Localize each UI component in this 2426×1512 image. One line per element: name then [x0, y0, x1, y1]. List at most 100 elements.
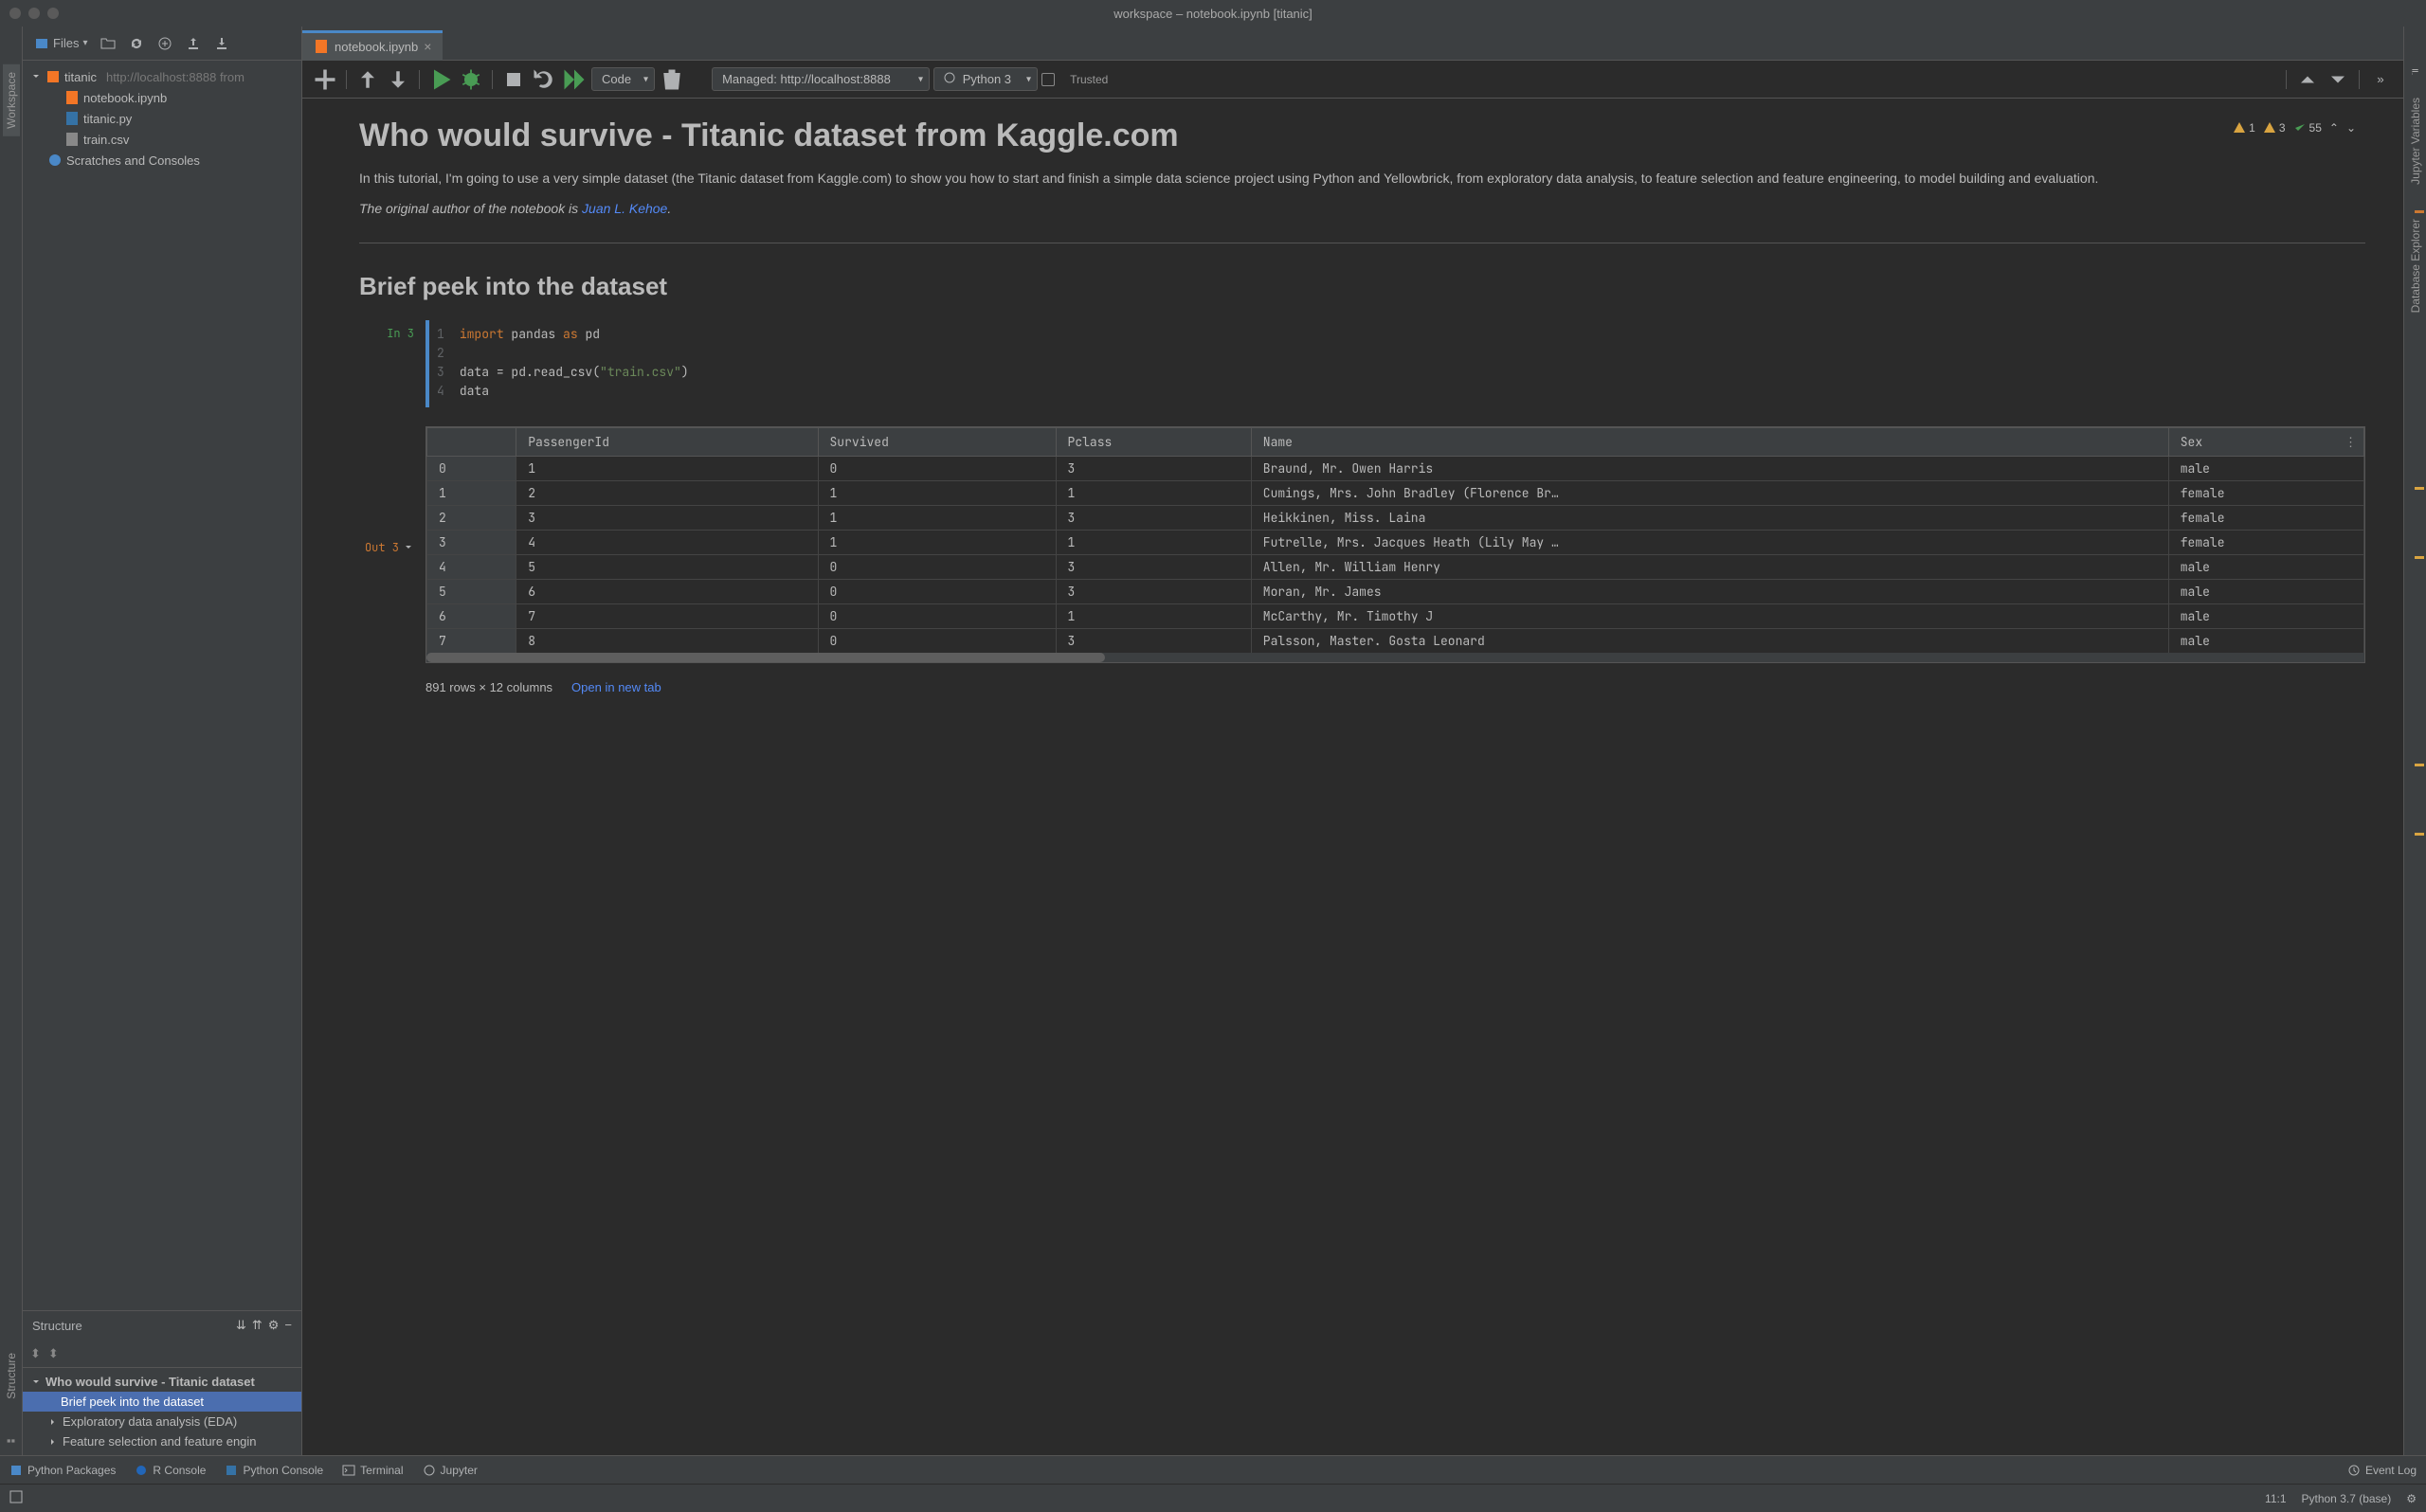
table-row[interactable]: 3411Futrelle, Mrs. Jacques Heath (Lily M… [427, 530, 2364, 554]
kernel-select[interactable]: Python 3 [933, 67, 1038, 91]
restart-button[interactable] [531, 66, 557, 93]
refresh-button[interactable] [125, 32, 148, 55]
next-button[interactable] [2325, 66, 2351, 93]
horizontal-scrollbar[interactable] [426, 653, 2364, 662]
table-row[interactable]: 7803Palsson, Master. Gosta Leonardmale [427, 628, 2364, 653]
warning-badge-1[interactable]: 1 [2233, 121, 2255, 135]
table-row[interactable]: 2313Heikkinen, Miss. Lainafemale [427, 505, 2364, 530]
terminal-tab[interactable]: Terminal [342, 1464, 403, 1477]
structure-header: Structure ⇊ ⇈ ⚙ − [23, 1311, 301, 1340]
settings-gear-icon[interactable]: ⚙ [2406, 1492, 2417, 1505]
code-cell-1[interactable]: In 3 1234 import pandas as pddata = pd.r… [359, 320, 2365, 407]
table-header[interactable]: Pclass [1056, 427, 1251, 456]
csv-icon [64, 132, 80, 147]
add-button[interactable] [154, 32, 176, 55]
jupyter-server-icon [45, 69, 61, 84]
minimize-window-button[interactable] [28, 8, 40, 19]
close-tab-button[interactable]: × [424, 39, 431, 54]
jupyter-tab[interactable]: Jupyter [423, 1464, 478, 1477]
status-left[interactable] [9, 1490, 23, 1506]
badge-up-icon[interactable]: ⌃ [2329, 121, 2339, 135]
author-suffix: . [667, 201, 671, 216]
table-row[interactable]: 5603Moran, Mr. Jamesmale [427, 579, 2364, 603]
database-explorer-tab[interactable]: Database Explorer [2407, 211, 2424, 320]
table-header[interactable]: Survived [818, 427, 1056, 456]
section-heading: Brief peek into the dataset [359, 272, 2365, 301]
tree-item-notebook[interactable]: notebook.ipynb [23, 87, 301, 108]
more-tools-icon[interactable]: ▪▪ [7, 1433, 15, 1448]
python-packages-tab[interactable]: Python Packages [9, 1464, 116, 1477]
tree-item-titanic-py[interactable]: titanic.py [23, 108, 301, 129]
expand-all-icon[interactable]: ⇊ [236, 1318, 246, 1333]
download-button[interactable] [210, 32, 233, 55]
table-header[interactable]: Name [1251, 427, 2168, 456]
filter-icon[interactable]: ⬍ [48, 1346, 59, 1361]
markdown-cell-title[interactable]: Who would survive - Titanic dataset from… [359, 117, 2365, 301]
chevron-right-icon [47, 1416, 59, 1428]
hide-panel-icon[interactable]: − [284, 1318, 292, 1333]
table-row[interactable]: 6701McCarthy, Mr. Timothy Jmale [427, 603, 2364, 628]
upload-button[interactable] [182, 32, 205, 55]
table-row[interactable]: 0103Braund, Mr. Owen Harrismale [427, 456, 2364, 480]
more-options-button[interactable]: » [2367, 66, 2394, 93]
tab-notebook[interactable]: notebook.ipynb × [302, 30, 443, 61]
table-header[interactable]: PassengerId [516, 427, 818, 456]
badge-count: 55 [2309, 121, 2322, 135]
code-content[interactable]: import pandas as pddata = pd.read_csv("t… [452, 320, 2365, 407]
trusted-checkbox[interactable] [1041, 73, 1055, 86]
server-select[interactable]: Managed: http://localhost:8888 [712, 67, 930, 91]
collapse-all-icon[interactable]: ⇈ [252, 1318, 263, 1333]
dataframe-output[interactable]: ⋮ PassengerIdSurvivedPclassNameSex0103Br… [425, 426, 2365, 663]
structure-item-feature[interactable]: Feature selection and feature engin [23, 1431, 301, 1451]
package-icon [9, 1464, 23, 1477]
warning-badge-2[interactable]: 3 [2263, 121, 2286, 135]
prev-button[interactable] [2294, 66, 2321, 93]
restart-icon [531, 66, 557, 93]
interpreter-status[interactable]: Python 3.7 (base) [2302, 1492, 2392, 1505]
structure-item-brief-peek[interactable]: Brief peek into the dataset [23, 1392, 301, 1412]
move-down-button[interactable] [385, 66, 411, 93]
cell-type-select[interactable]: Code [591, 67, 655, 91]
python-console-tab[interactable]: Python Console [225, 1464, 323, 1477]
files-dropdown[interactable]: Files ▾ [30, 32, 91, 55]
run-cell-button[interactable] [427, 66, 454, 93]
new-folder-button[interactable] [97, 32, 119, 55]
notebook-content[interactable]: 1 3 55 ⌃ ⌄ Who would survive - Titanic d… [302, 99, 2403, 1455]
jupyter-variables-tab[interactable]: Jupyter Variables [2407, 90, 2424, 192]
event-log-tab[interactable]: Event Log [2347, 1464, 2417, 1477]
check-badge[interactable]: 55 [2293, 121, 2322, 135]
delete-cell-button[interactable] [659, 66, 685, 93]
tree-scratches[interactable]: Scratches and Consoles [23, 150, 301, 171]
workspace-tool-tab[interactable]: Workspace [3, 64, 20, 136]
cursor-position[interactable]: 11:1 [2265, 1492, 2286, 1505]
code-input[interactable]: 1234 import pandas as pddata = pd.read_c… [425, 320, 2365, 407]
run-all-button[interactable] [561, 66, 588, 93]
badge-down-icon[interactable]: ⌄ [2346, 121, 2356, 135]
data-table[interactable]: PassengerIdSurvivedPclassNameSex0103Brau… [426, 427, 2364, 654]
structure-tool-tab[interactable]: Structure [3, 1345, 20, 1407]
tab-label: notebook.ipynb [335, 40, 418, 54]
author-link[interactable]: Juan L. Kehoe [582, 201, 667, 216]
move-up-button[interactable] [354, 66, 381, 93]
structure-item-root[interactable]: Who would survive - Titanic dataset [23, 1372, 301, 1392]
output-prompt[interactable]: Out 3 [359, 426, 425, 663]
debug-cell-button[interactable] [458, 66, 484, 93]
tree-root-titanic[interactable]: titanic http://localhost:8888 from [23, 66, 301, 87]
close-window-button[interactable] [9, 8, 21, 19]
stop-button[interactable] [500, 66, 527, 93]
settings-icon[interactable]: ⚙ [268, 1318, 280, 1333]
table-header[interactable] [427, 427, 516, 456]
structure-item-eda[interactable]: Exploratory data analysis (EDA) [23, 1412, 301, 1431]
table-header[interactable]: Sex [2168, 427, 2363, 456]
tree-item-train-csv[interactable]: train.csv [23, 129, 301, 150]
sort-icon[interactable]: ⬍ [30, 1346, 41, 1361]
table-row[interactable]: 1211Cumings, Mrs. John Bradley (Florence… [427, 480, 2364, 505]
project-tree[interactable]: titanic http://localhost:8888 from noteb… [23, 61, 301, 1310]
r-console-tab[interactable]: R Console [135, 1464, 206, 1477]
open-in-tab-link[interactable]: Open in new tab [571, 680, 661, 694]
table-menu-button[interactable]: ⋮ [2345, 435, 2357, 450]
add-cell-button[interactable] [312, 66, 338, 93]
structure-tree[interactable]: Who would survive - Titanic dataset Brie… [23, 1368, 301, 1455]
table-row[interactable]: 4503Allen, Mr. William Henrymale [427, 554, 2364, 579]
maximize-window-button[interactable] [47, 8, 59, 19]
